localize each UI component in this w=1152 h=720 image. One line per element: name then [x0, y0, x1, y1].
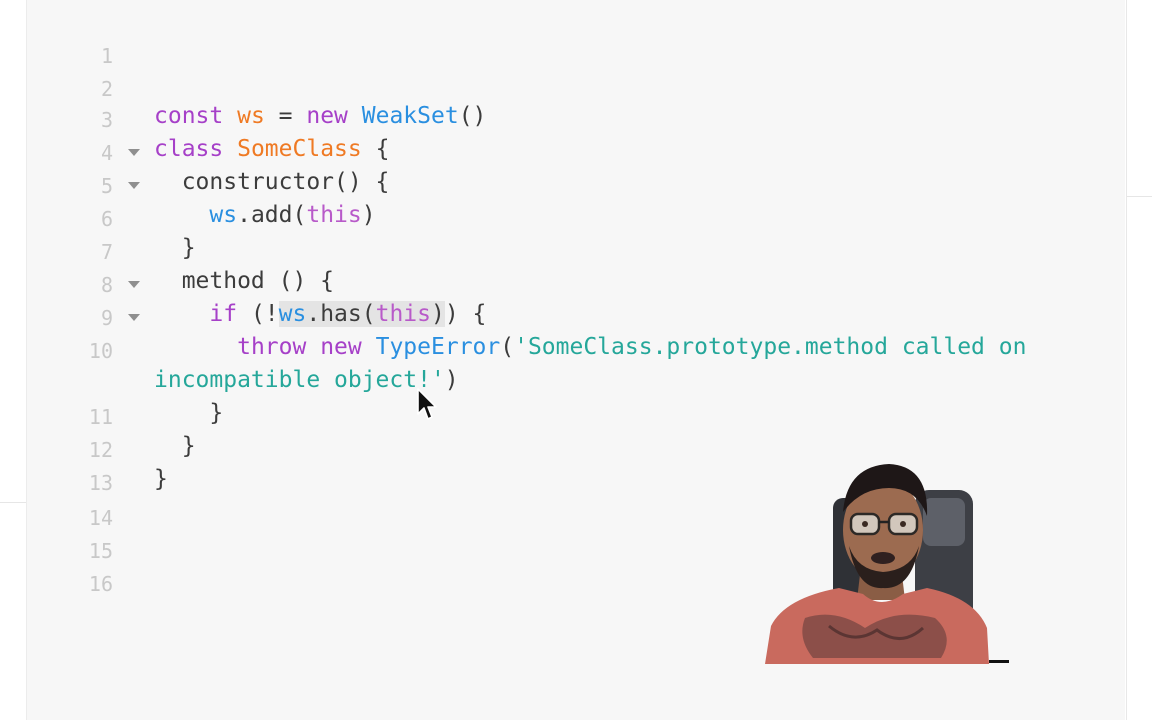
- keyword-token: if: [209, 301, 238, 327]
- keyword-token: new: [320, 334, 362, 360]
- code-line[interactable]: 8 method () {: [27, 265, 1125, 298]
- code-text[interactable]: const ws = new WeakSet(): [154, 100, 486, 133]
- variable-token: ws: [278, 301, 307, 327]
- code-text[interactable]: constructor() {: [154, 166, 390, 199]
- line-number: 16: [88, 572, 113, 596]
- code-token: ): [430, 301, 445, 327]
- code-line[interactable]: 9 if (!ws.has(this)) {: [27, 298, 1125, 331]
- mouse-pointer-icon: [417, 388, 437, 420]
- class-name-token: SomeClass: [237, 136, 362, 162]
- class-token: TypeError: [375, 334, 501, 360]
- presenter-avatar: [765, 458, 989, 664]
- keyword-token: throw: [237, 334, 307, 360]
- code-token: ): [444, 367, 459, 393]
- code-text[interactable]: }: [154, 430, 196, 463]
- code-text[interactable]: method () {: [154, 265, 334, 298]
- left-panel-edge: [0, 0, 27, 720]
- code-line[interactable]: 5 constructor() {: [27, 166, 1125, 199]
- code-token: (: [500, 334, 515, 360]
- code-line[interactable]: 7 }: [27, 232, 1125, 265]
- code-token: ) {: [444, 301, 487, 327]
- code-line[interactable]: 4 class SomeClass {: [27, 133, 1125, 166]
- fold-arrow-icon[interactable]: [128, 182, 140, 189]
- fold-arrow-icon[interactable]: [128, 281, 140, 288]
- code-token: .has(: [306, 301, 376, 327]
- code-text[interactable]: throw new TypeError('SomeClass.prototype…: [154, 331, 1026, 364]
- right-panel-divider: [1127, 196, 1152, 197]
- fold-arrow-icon[interactable]: [128, 314, 140, 321]
- code-token: {: [361, 136, 390, 162]
- class-token: WeakSet: [361, 103, 459, 129]
- keyword-token: const: [154, 103, 224, 129]
- fold-arrow-icon[interactable]: [128, 149, 140, 156]
- code-line: 1: [27, 36, 1125, 69]
- code-token: (!: [237, 301, 279, 327]
- right-panel-edge: [1126, 0, 1152, 720]
- code-token: =: [264, 103, 307, 129]
- variable-token: ws: [237, 103, 265, 129]
- string-token: incompatible object!': [154, 367, 445, 393]
- keyword-token: new: [306, 103, 348, 129]
- code-line: 2: [27, 69, 1125, 102]
- code-token: (): [458, 103, 487, 129]
- string-token: 'SomeClass.prototype.method called on: [514, 334, 1027, 360]
- this-token: this: [306, 202, 362, 228]
- code-text[interactable]: if (!ws.has(this)) {: [154, 298, 486, 331]
- left-panel-divider: [0, 502, 26, 503]
- this-token: this: [375, 301, 431, 327]
- code-text[interactable]: incompatible object!'): [154, 364, 459, 397]
- code-line-wrap[interactable]: incompatible object!'): [27, 364, 1125, 397]
- code-text[interactable]: }: [154, 232, 196, 265]
- text-selection[interactable]: ws.has(this): [278, 301, 445, 327]
- variable-token: ws: [209, 202, 238, 228]
- code-token: ): [361, 202, 376, 228]
- webcam-overlay: [765, 458, 989, 664]
- code-line[interactable]: 3 const ws = new WeakSet(): [27, 100, 1125, 133]
- keyword-token: class: [154, 136, 224, 162]
- line-number: 13: [88, 471, 113, 495]
- code-line[interactable]: 11 }: [27, 397, 1125, 430]
- code-text[interactable]: }: [154, 397, 223, 430]
- code-text[interactable]: class SomeClass {: [154, 133, 389, 166]
- code-line[interactable]: 6 ws.add(this): [27, 199, 1125, 232]
- code-text[interactable]: }: [154, 463, 168, 496]
- webcam-edge-mark: [989, 660, 1009, 663]
- code-token: .add(: [237, 202, 307, 228]
- code-line[interactable]: 10 throw new TypeError('SomeClass.protot…: [27, 331, 1125, 364]
- code-text[interactable]: ws.add(this): [154, 199, 376, 232]
